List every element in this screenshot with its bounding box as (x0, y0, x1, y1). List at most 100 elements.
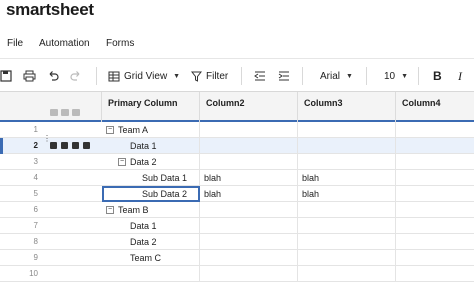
cell-col4[interactable] (396, 170, 474, 186)
collapse-toggle-icon[interactable]: − (118, 157, 126, 166)
primary-cell[interactable]: Team C (102, 250, 200, 266)
cell-col3[interactable] (298, 202, 396, 218)
table-row[interactable]: 10 (0, 266, 474, 282)
collapse-toggle-icon[interactable]: − (106, 125, 114, 134)
row-number[interactable]: 9 (0, 250, 46, 266)
save-icon[interactable] (0, 68, 12, 84)
table-row[interactable]: 5 Sub Data 2 blah blah (0, 186, 474, 202)
row-number[interactable]: 3 (0, 154, 46, 170)
row-number[interactable]: 8 (0, 234, 46, 250)
cell-text: Team C (130, 253, 162, 263)
cell-col2[interactable] (200, 154, 298, 170)
cell-col3[interactable] (298, 250, 396, 266)
cell-col4[interactable] (396, 122, 474, 138)
cell-col3[interactable]: blah (298, 186, 396, 202)
row-gutter (46, 218, 102, 234)
toolbar-divider (418, 67, 419, 85)
row-number[interactable]: 7 (0, 218, 46, 234)
reminder-icon[interactable] (83, 142, 90, 149)
cell-col4[interactable] (396, 218, 474, 234)
print-icon[interactable] (23, 68, 36, 84)
font-size-value: 10 (384, 70, 396, 82)
column-header-column3[interactable]: Column3 (298, 92, 396, 122)
cell-col4[interactable] (396, 234, 474, 250)
filter-button[interactable]: Filter (191, 68, 228, 84)
cell-col4[interactable] (396, 138, 474, 154)
italic-button[interactable]: I (458, 68, 462, 84)
cell-col2[interactable] (200, 122, 298, 138)
cell-col2[interactable] (200, 202, 298, 218)
primary-cell[interactable]: Sub Data 1 (102, 170, 200, 186)
cell-col4[interactable] (396, 266, 474, 282)
cell-text: Sub Data 2 (142, 189, 188, 199)
primary-cell[interactable]: Data 1 (102, 138, 200, 154)
cell-text: Data 1 (130, 221, 157, 231)
cell-col3[interactable] (298, 154, 396, 170)
primary-cell[interactable]: − Team B (102, 202, 200, 218)
cell-col3[interactable] (298, 138, 396, 154)
cell-col2[interactable] (200, 266, 298, 282)
cell-text: Team A (118, 125, 149, 135)
row-number[interactable]: 10 (0, 266, 46, 282)
table-row[interactable]: 1 − Team A (0, 122, 474, 138)
row-gutter (46, 186, 102, 202)
brand-bar: smartsheet (0, 0, 474, 24)
redo-icon[interactable] (70, 68, 82, 84)
table-row[interactable]: 9 Team C (0, 250, 474, 266)
row-number[interactable]: 4 (0, 170, 46, 186)
row-number[interactable]: 2 (0, 138, 46, 154)
font-size-select[interactable]: 10 ▼ (384, 68, 408, 84)
undo-icon[interactable] (47, 68, 59, 84)
cell-col4[interactable] (396, 250, 474, 266)
column-header-column2[interactable]: Column2 (200, 92, 298, 122)
menu-automation[interactable]: Automation (39, 38, 90, 49)
cell-col2[interactable] (200, 250, 298, 266)
attachment-icon[interactable] (50, 142, 57, 149)
cell-col3[interactable]: blah (298, 170, 396, 186)
primary-cell[interactable]: − Team A (102, 122, 200, 138)
table-row[interactable]: 6 − Team B (0, 202, 474, 218)
primary-cell[interactable] (102, 266, 200, 282)
cell-col2[interactable] (200, 218, 298, 234)
proof-icon[interactable] (72, 142, 79, 149)
row-number[interactable]: 5 (0, 186, 46, 202)
primary-cell[interactable]: Data 2 (102, 234, 200, 250)
row-number[interactable]: 6 (0, 202, 46, 218)
cell-text: blah (302, 173, 320, 183)
cell-col4[interactable] (396, 202, 474, 218)
row-number[interactable]: 1 (0, 122, 46, 138)
cell-col3[interactable] (298, 234, 396, 250)
filter-label: Filter (206, 70, 229, 82)
font-family-select[interactable]: Arial ▼ (320, 68, 353, 84)
primary-cell[interactable]: Data 1 (102, 218, 200, 234)
cell-col4[interactable] (396, 154, 474, 170)
table-row[interactable]: 8 Data 2 (0, 234, 474, 250)
cell-col4[interactable] (396, 186, 474, 202)
cell-col2[interactable]: blah (200, 170, 298, 186)
table-row[interactable]: 4 Sub Data 1 blah blah (0, 170, 474, 186)
bold-button[interactable]: B (433, 68, 442, 84)
row-gutter (46, 234, 102, 250)
indent-icon[interactable] (278, 68, 290, 84)
table-row[interactable]: 3 − Data 2 (0, 154, 474, 170)
menu-file[interactable]: File (7, 38, 23, 49)
primary-cell[interactable]: Sub Data 2 (102, 186, 200, 202)
cell-col3[interactable] (298, 266, 396, 282)
outdent-icon[interactable] (254, 68, 266, 84)
toolbar-divider (302, 67, 303, 85)
cell-col2[interactable]: blah (200, 186, 298, 202)
table-row[interactable]: 2 ⋮ Data 1 (0, 134, 474, 154)
primary-cell[interactable]: − Data 2 (102, 154, 200, 170)
menu-forms[interactable]: Forms (106, 38, 134, 49)
column-header-primary[interactable]: Primary Column (102, 92, 200, 122)
cell-col3[interactable] (298, 218, 396, 234)
grid-view-button[interactable]: Grid View ▼ (108, 68, 180, 84)
cell-col2[interactable] (200, 234, 298, 250)
collapse-toggle-icon[interactable]: − (106, 205, 114, 214)
table-row[interactable]: 7 Data 1 (0, 218, 474, 234)
column-header-column4[interactable]: Column4 (396, 92, 474, 122)
toolbar-divider (366, 67, 367, 85)
comment-icon[interactable] (61, 142, 68, 149)
cell-col3[interactable] (298, 122, 396, 138)
cell-col2[interactable] (200, 138, 298, 154)
